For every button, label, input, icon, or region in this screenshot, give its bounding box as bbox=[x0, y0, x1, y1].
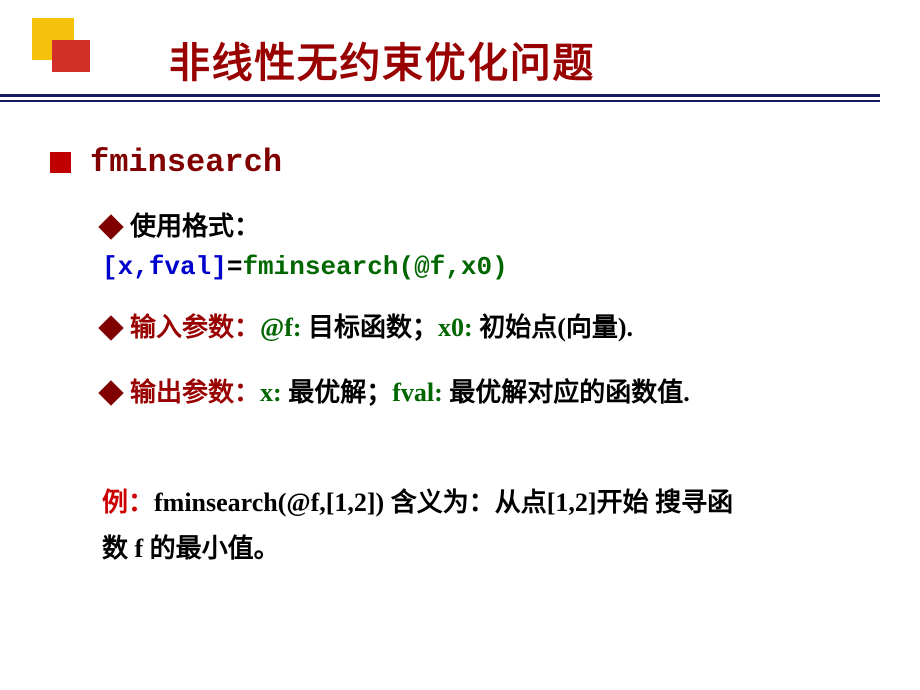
input-d2: 初始点(向量). bbox=[473, 313, 633, 342]
output-p1: x: bbox=[260, 378, 282, 407]
slide-title: 非线性无约束优化问题 bbox=[169, 29, 595, 89]
code-rhs: fminsearch(@f,x0) bbox=[242, 252, 507, 282]
output-label: 输出参数： bbox=[130, 378, 260, 407]
output-params-row: 输出参数：x: 最优解；fval: 最优解对应的函数值. bbox=[102, 373, 870, 412]
diamond-bullet-icon bbox=[98, 214, 123, 239]
usage-label: 使用格式： bbox=[130, 212, 260, 241]
example-label: 例： bbox=[102, 488, 154, 517]
diamond-bullet-icon bbox=[98, 315, 123, 340]
input-p1: @f: bbox=[260, 313, 302, 342]
decoration-red-square bbox=[52, 40, 90, 72]
code-equals: = bbox=[227, 252, 243, 282]
diamond-bullet-icon bbox=[98, 380, 123, 405]
input-d1: 目标函数； bbox=[302, 313, 439, 342]
title-underline bbox=[0, 94, 880, 97]
example-code: fminsearch(@f,[1,2]) bbox=[154, 488, 391, 517]
input-p2: x0: bbox=[438, 313, 473, 342]
output-d2: 最优解对应的函数值. bbox=[443, 378, 690, 407]
code-lhs: [x,fval] bbox=[102, 252, 227, 282]
input-label: 输入参数： bbox=[130, 313, 260, 342]
example-meaning-line1: 从点[1,2]开始 搜寻函 bbox=[495, 488, 733, 517]
example-block: 例：fminsearch(@f,[1,2]) 含义为：从点[1,2]开始 搜寻函… bbox=[102, 480, 870, 573]
output-p2: fval: bbox=[392, 378, 443, 407]
code-syntax: [x,fval]=fminsearch(@f,x0) bbox=[102, 252, 870, 282]
slide-content: fminsearch 使用格式： [x,fval]=fminsearch(@f,… bbox=[0, 110, 920, 573]
example-meaning-label: 含义为： bbox=[391, 488, 495, 517]
example-meaning-line2: 数 f 的最小值。 bbox=[102, 534, 280, 563]
function-heading: fminsearch bbox=[90, 144, 282, 181]
slide-header: 非线性无约束优化问题 bbox=[0, 0, 920, 110]
input-params-row: 输入参数：@f: 目标函数；x0: 初始点(向量). bbox=[102, 308, 870, 347]
output-d1: 最优解； bbox=[282, 378, 393, 407]
main-bullet-row: fminsearch bbox=[50, 144, 870, 181]
usage-row: 使用格式： bbox=[102, 207, 870, 246]
square-bullet-icon bbox=[50, 152, 71, 173]
